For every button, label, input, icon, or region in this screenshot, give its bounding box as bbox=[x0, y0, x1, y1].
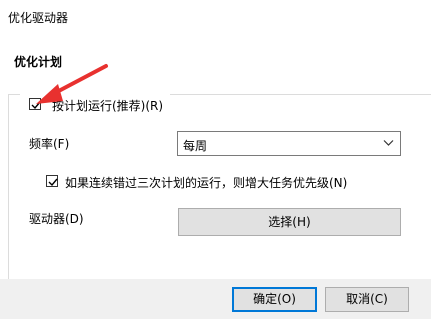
title-bar: 优化驱动器 bbox=[0, 0, 431, 34]
run-on-schedule-label[interactable]: 按计划运行(推荐)(R) bbox=[52, 97, 163, 114]
chevron-down-icon bbox=[383, 140, 394, 146]
ok-button-label: 确定(O) bbox=[253, 292, 296, 306]
window-title: 优化驱动器 bbox=[8, 11, 69, 25]
choose-button-label: 选择(H) bbox=[268, 215, 311, 229]
choose-drives-button[interactable]: 选择(H) bbox=[178, 208, 401, 236]
frequency-label: 频率(F) bbox=[29, 137, 70, 151]
frequency-value: 每周 bbox=[183, 139, 208, 153]
increase-priority-label[interactable]: 如果连续错过三次计划的运行，则增大任务优先级(N) bbox=[65, 174, 347, 191]
ok-button[interactable]: 确定(O) bbox=[232, 287, 317, 312]
section-title: 优化计划 bbox=[14, 55, 63, 69]
increase-priority-checkbox[interactable] bbox=[46, 175, 58, 187]
run-on-schedule-checkbox[interactable] bbox=[29, 98, 41, 110]
cancel-button[interactable]: 取消(C) bbox=[325, 287, 409, 312]
checkmark-icon bbox=[48, 178, 58, 187]
checkmark-icon bbox=[31, 101, 41, 110]
cancel-button-label: 取消(C) bbox=[346, 292, 388, 306]
drives-label: 驱动器(D) bbox=[29, 212, 84, 226]
frequency-dropdown[interactable]: 每周 bbox=[177, 131, 401, 156]
